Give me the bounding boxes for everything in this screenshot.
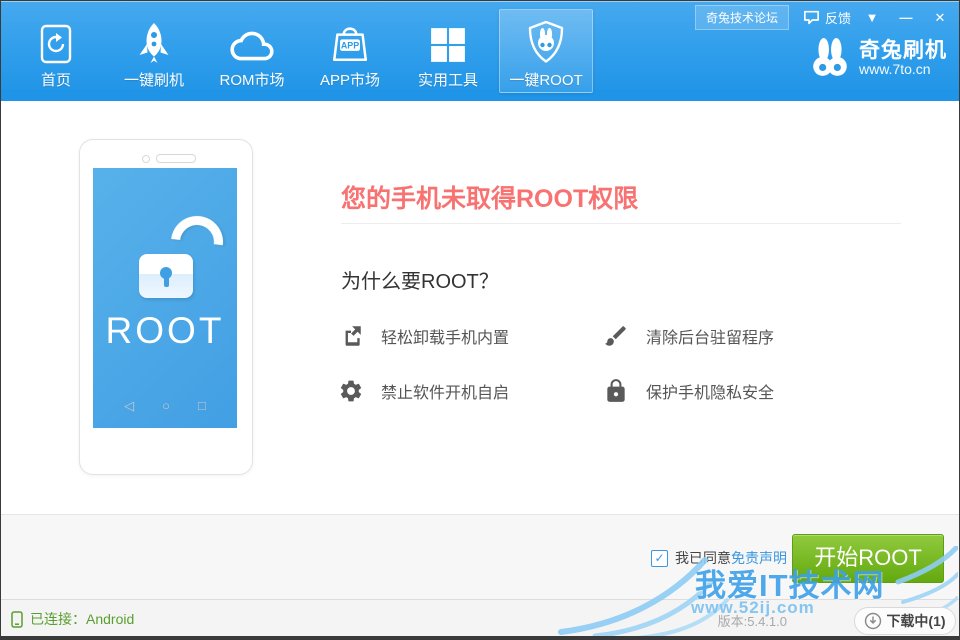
brand-name: 奇兔刷机 <box>859 39 947 62</box>
dropdown-arrow-button[interactable]: ▼ <box>859 10 885 25</box>
start-root-button[interactable]: 开始ROOT <box>792 534 944 583</box>
phone-refresh-icon <box>40 10 72 64</box>
minimize-button[interactable]: — <box>893 10 919 25</box>
action-bar: ✓ 我已同意 免责声明 开始ROOT <box>1 514 959 599</box>
tab-rom-label: ROM市场 <box>220 69 285 90</box>
why-root-heading: 为什么要ROOT？ <box>341 265 499 294</box>
tab-app-label: APP市场 <box>320 69 380 90</box>
feedback-label: 反馈 <box>825 8 851 27</box>
status-bar: 已连接：Android 版本:5.4.1.0 下载中(1) <box>1 599 959 636</box>
android-back-icon: ◁ <box>124 398 134 414</box>
feedback-button[interactable]: 反馈 <box>803 8 851 27</box>
feature-label: 轻松卸载手机内置 <box>381 324 509 348</box>
connection-label: 已连接：Android <box>30 609 134 629</box>
header: 首页 一键刷机 <box>1 1 959 101</box>
title-divider <box>341 223 901 224</box>
phone-camera-dot <box>142 155 150 163</box>
android-recents-icon: □ <box>198 398 206 414</box>
version-label: 版本:5.4.1.0 <box>718 611 787 630</box>
lock-icon <box>601 376 631 406</box>
main-nav: 首页 一键刷机 <box>9 9 597 93</box>
app-bag-icon: APP <box>330 10 370 64</box>
feature-uninstall: 轻松卸载手机内置 <box>336 321 601 351</box>
agreement-row: ✓ 我已同意 免责声明 <box>651 548 787 568</box>
uninstall-icon <box>336 321 366 351</box>
tab-one-key-flash[interactable]: 一键刷机 <box>107 9 201 93</box>
feature-autostart: 禁止软件开机自启 <box>336 376 601 406</box>
svg-text:APP: APP <box>341 41 359 51</box>
tab-flash-label: 一键刷机 <box>124 69 184 90</box>
phone-speaker-bar <box>156 154 196 163</box>
phone-screen: ROOT ◁ ○ □ <box>93 168 237 428</box>
disclaimer-link[interactable]: 免责声明 <box>731 548 787 568</box>
brand-url: www.7to.cn <box>859 62 947 77</box>
tab-tools-label: 实用工具 <box>418 69 478 90</box>
feature-label: 禁止软件开机自启 <box>381 379 509 403</box>
feature-label: 保护手机隐私安全 <box>646 379 774 403</box>
phone-connected-icon <box>11 611 23 628</box>
forum-button[interactable]: 奇兔技术论坛 <box>695 5 789 30</box>
tab-rom-market[interactable]: ROM市场 <box>205 9 299 93</box>
tab-root-label: 一键ROOT <box>509 69 582 90</box>
app-window: 首页 一键刷机 <box>0 0 960 640</box>
brush-icon <box>601 321 631 351</box>
close-button[interactable]: ✕ <box>927 10 953 26</box>
connection-status: 已连接：Android <box>11 609 134 629</box>
tab-one-key-root[interactable]: 一键ROOT <box>499 9 593 93</box>
feature-privacy: 保护手机隐私安全 <box>601 376 866 406</box>
unlock-padlock-icon <box>139 254 193 298</box>
grid-tools-icon <box>429 10 467 64</box>
rabbit-logo-icon <box>809 37 851 79</box>
shield-rabbit-icon <box>525 10 567 64</box>
rocket-icon <box>135 10 173 64</box>
phone-nav-buttons: ◁ ○ □ <box>93 398 237 414</box>
tab-home[interactable]: 首页 <box>9 9 103 93</box>
brand-logo: 奇兔刷机 www.7to.cn <box>809 37 947 79</box>
download-status-button[interactable]: 下载中(1) <box>854 607 956 635</box>
agree-checkbox[interactable]: ✓ <box>651 550 668 567</box>
page-title: 您的手机未取得ROOT权限 <box>341 179 638 215</box>
cloud-icon <box>228 10 276 64</box>
speech-bubble-icon <box>803 10 820 25</box>
titlebar: 奇兔技术论坛 反馈 ▼ — ✕ <box>695 5 953 30</box>
tab-tools[interactable]: 实用工具 <box>401 9 495 93</box>
phone-illustration: ROOT ◁ ○ □ <box>79 139 253 475</box>
feature-clean: 清除后台驻留程序 <box>601 321 866 351</box>
tab-home-label: 首页 <box>41 69 71 90</box>
agree-label: 我已同意 <box>675 548 731 568</box>
feature-label: 清除后台驻留程序 <box>646 324 774 348</box>
feature-list: 轻松卸载手机内置 清除后台驻留程序 禁止软件开机自启 <box>336 321 866 406</box>
gear-icon <box>336 376 366 406</box>
download-label: 下载中(1) <box>886 611 945 631</box>
phone-root-label: ROOT <box>93 310 237 352</box>
tab-app-market[interactable]: APP APP市场 <box>303 9 397 93</box>
android-home-icon: ○ <box>162 398 170 414</box>
download-icon <box>864 612 882 630</box>
